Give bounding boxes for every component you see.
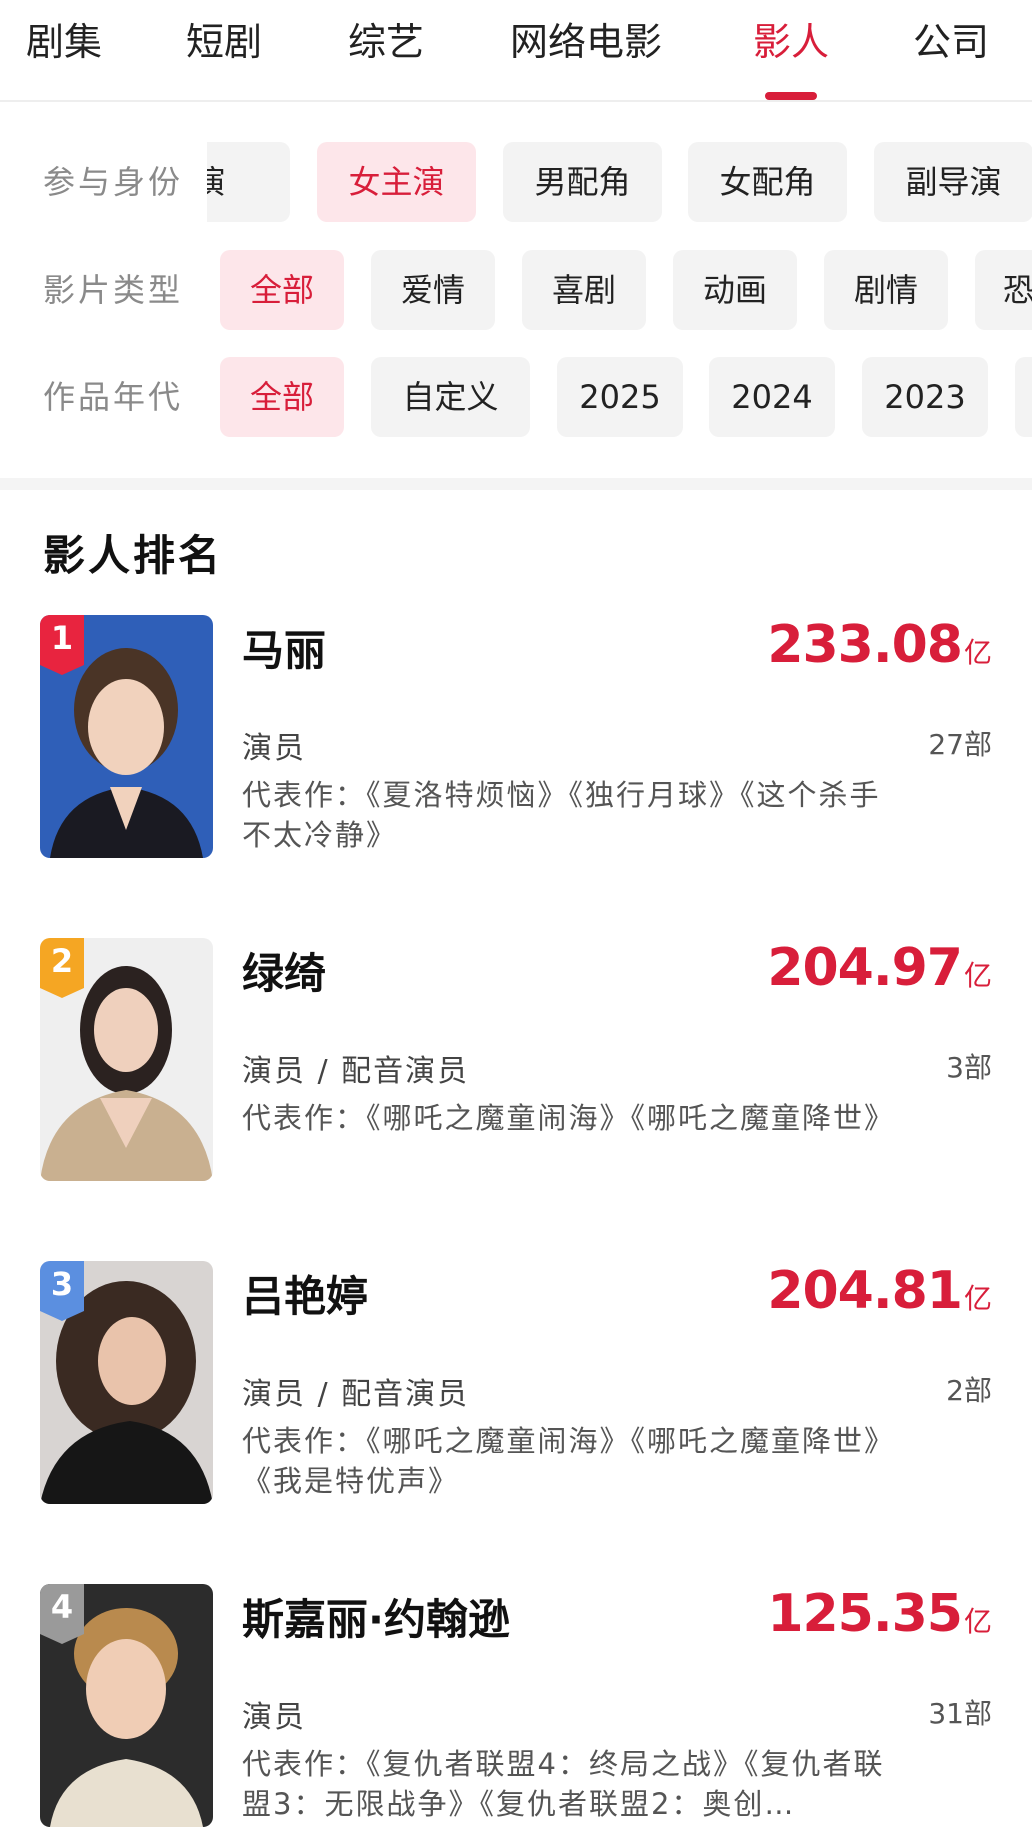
active-tab-indicator bbox=[765, 92, 817, 100]
chip-role-assistant-director[interactable]: 副导演 bbox=[874, 142, 1032, 222]
representative-works: 代表作：《哪吒之魔童闹海》《哪吒之魔童降世》《我是特优声》 bbox=[242, 1424, 896, 1498]
genre-chips[interactable]: 全部 爱情 喜剧 动画 剧情 恐 bbox=[220, 250, 1032, 330]
chip-genre-comedy[interactable]: 喜剧 bbox=[522, 250, 646, 330]
rank-badge: 3 bbox=[40, 1261, 84, 1321]
rank-badge: 2 bbox=[40, 938, 84, 998]
works-count: 27部 bbox=[928, 728, 992, 761]
tab-people[interactable]: 影人 bbox=[753, 12, 829, 72]
chip-year-2025[interactable]: 2025 bbox=[557, 357, 683, 437]
chip-genre-drama[interactable]: 剧情 bbox=[824, 250, 948, 330]
chip-genre-romance[interactable]: 爱情 bbox=[371, 250, 495, 330]
section-divider bbox=[0, 478, 1032, 490]
chip-genre-all[interactable]: 全部 bbox=[220, 250, 344, 330]
representative-works: 代表作：《哪吒之魔童闹海》《哪吒之魔童降世》 bbox=[242, 1101, 896, 1135]
role-chips[interactable]: 主演 女主演 男配角 女配角 副导演 bbox=[207, 142, 1032, 222]
rank-badge: 1 bbox=[40, 615, 84, 675]
person-name: 吕艳婷 bbox=[242, 1272, 369, 1321]
representative-works: 代表作：《复仇者联盟4：终局之战》《复仇者联盟3：无限战争》《复仇者联盟2：奥创… bbox=[242, 1747, 885, 1821]
filter-row-role: 参与身份 主演 女主演 男配角 女配角 副导演 bbox=[0, 142, 1032, 222]
person-role: 演员 / 配音演员 bbox=[242, 1377, 470, 1412]
person-name: 马丽 bbox=[242, 626, 327, 675]
tab-short-drama[interactable]: 短剧 bbox=[186, 12, 262, 72]
person-name: 绿绮 bbox=[242, 949, 327, 998]
avatar: 3 bbox=[40, 1261, 213, 1504]
ranking-item[interactable]: 2 绿绮 204.97亿 演员 / 配音演员 3部 代表作：《哪吒之魔童闹海》《… bbox=[0, 938, 1032, 1183]
person-role: 演员 bbox=[242, 731, 306, 766]
chip-year-all[interactable]: 全部 bbox=[220, 357, 344, 437]
works-count: 31部 bbox=[928, 1697, 992, 1730]
box-office: 233.08亿 bbox=[767, 615, 992, 675]
chip-role-lead[interactable]: 主演 bbox=[207, 142, 290, 222]
ranking-item[interactable]: 1 马丽 233.08亿 演员 27部 代表作：《夏洛特烦恼》《独行月球》《这个… bbox=[0, 615, 1032, 860]
person-role: 演员 / 配音演员 bbox=[242, 1054, 470, 1089]
chip-role-male-support[interactable]: 男配角 bbox=[503, 142, 662, 222]
works-count: 3部 bbox=[946, 1051, 992, 1084]
top-tab-bar: 剧集 短剧 综艺 网络电影 影人 公司 bbox=[0, 0, 1032, 102]
avatar: 2 bbox=[40, 938, 213, 1181]
chip-year-custom[interactable]: 自定义 bbox=[371, 357, 530, 437]
chip-year-more[interactable] bbox=[1015, 357, 1032, 437]
filter-label-genre: 影片类型 bbox=[43, 271, 184, 309]
filter-label-role: 参与身份 bbox=[43, 163, 184, 201]
tab-web-movie[interactable]: 网络电影 bbox=[510, 12, 662, 72]
ranking-item[interactable]: 3 吕艳婷 204.81亿 演员 / 配音演员 2部 代表作：《哪吒之魔童闹海》… bbox=[0, 1261, 1032, 1506]
filter-row-year: 作品年代 全部 自定义 2025 2024 2023 bbox=[0, 357, 1032, 437]
representative-works: 代表作：《夏洛特烦恼》《独行月球》《这个杀手不太冷静》 bbox=[242, 778, 881, 852]
tab-variety[interactable]: 综艺 bbox=[348, 12, 424, 72]
person-role: 演员 bbox=[242, 1700, 306, 1735]
avatar: 1 bbox=[40, 615, 213, 858]
chip-role-female-support[interactable]: 女配角 bbox=[688, 142, 847, 222]
rank-badge: 4 bbox=[40, 1584, 84, 1644]
chip-year-2024[interactable]: 2024 bbox=[709, 357, 835, 437]
chip-role-female-lead[interactable]: 女主演 bbox=[317, 142, 476, 222]
ranking-title: 影人排名 bbox=[43, 531, 224, 580]
ranking-item[interactable]: 4 斯嘉丽·约翰逊 125.35亿 演员 31部 代表作：《复仇者联盟4：终局之… bbox=[0, 1584, 1032, 1829]
chip-year-2023[interactable]: 2023 bbox=[862, 357, 988, 437]
chip-genre-animation[interactable]: 动画 bbox=[673, 250, 797, 330]
works-count: 2部 bbox=[946, 1374, 992, 1407]
avatar: 4 bbox=[40, 1584, 213, 1827]
tab-company[interactable]: 公司 bbox=[913, 12, 989, 72]
chip-genre-horror[interactable]: 恐 bbox=[975, 250, 1032, 330]
box-office: 204.81亿 bbox=[767, 1261, 992, 1321]
filter-row-genre: 影片类型 全部 爱情 喜剧 动画 剧情 恐 bbox=[0, 250, 1032, 330]
filter-label-year: 作品年代 bbox=[43, 378, 184, 416]
box-office: 125.35亿 bbox=[767, 1584, 992, 1644]
person-name: 斯嘉丽·约翰逊 bbox=[242, 1595, 510, 1644]
box-office: 204.97亿 bbox=[767, 938, 992, 998]
year-chips[interactable]: 全部 自定义 2025 2024 2023 bbox=[220, 357, 1032, 437]
tab-series[interactable]: 剧集 bbox=[26, 12, 102, 72]
